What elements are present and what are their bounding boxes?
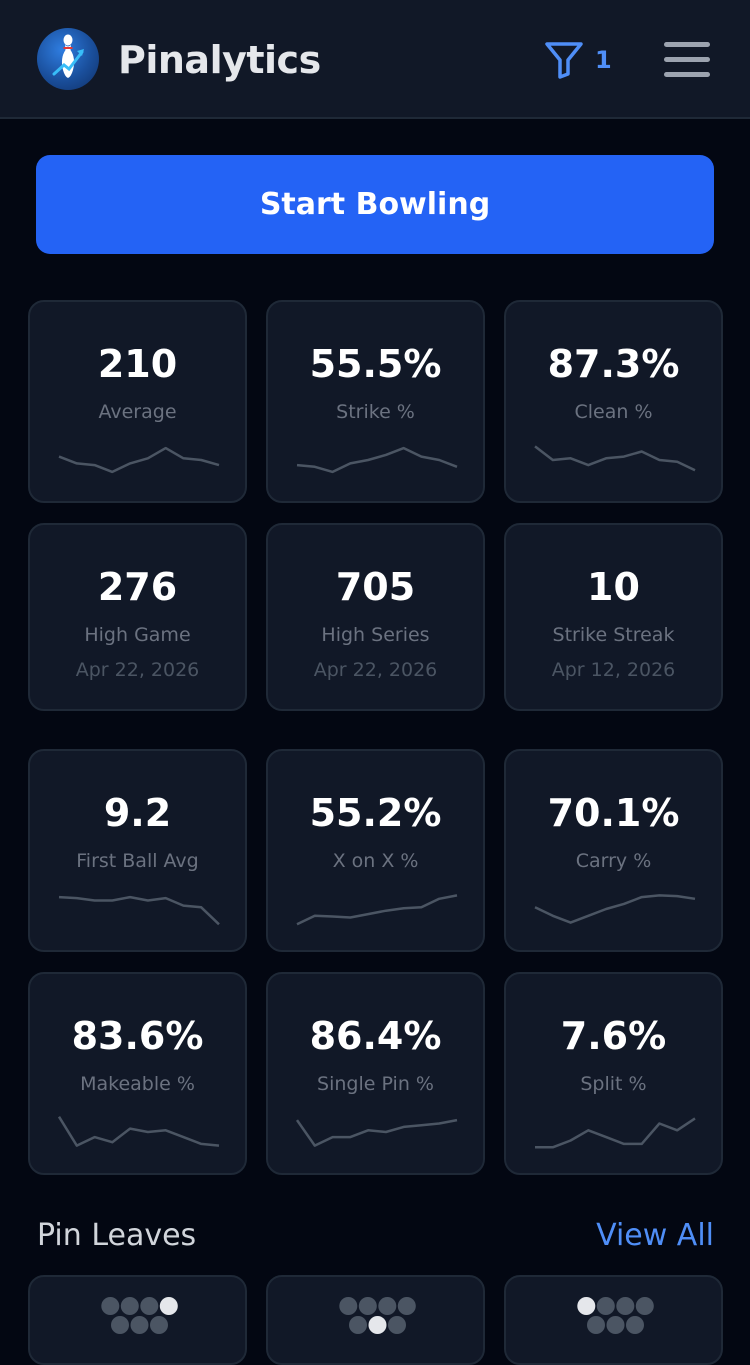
pin-5 xyxy=(606,1316,625,1334)
sparkline-line xyxy=(58,1116,220,1147)
metric-label: Single Pin % xyxy=(317,1073,434,1095)
sparkline-chart xyxy=(535,1117,696,1149)
sparkline-line xyxy=(296,1118,458,1147)
pin-6 xyxy=(150,1316,168,1334)
stat-value: 55.5% xyxy=(309,342,442,386)
pin-4 xyxy=(349,1316,367,1334)
metric-value: 9.2 xyxy=(103,791,172,835)
pin-4 xyxy=(587,1316,605,1334)
metric-value: 55.2% xyxy=(309,791,442,835)
pin-6 xyxy=(388,1316,406,1334)
app-title: Pinalytics xyxy=(118,38,321,82)
pin-9 xyxy=(616,1297,635,1315)
pin-leaves-title: Pin Leaves xyxy=(37,1218,197,1253)
record-value: 276 xyxy=(97,565,178,609)
record-label: Strike Streak xyxy=(552,624,675,646)
record-value: 705 xyxy=(335,565,416,609)
record-card-strike-streak[interactable]: 10 Strike Streak Apr 12, 2026 xyxy=(504,523,723,711)
stat-label: Average xyxy=(98,401,177,423)
sparkline-chart xyxy=(534,894,696,924)
pin-7 xyxy=(101,1297,120,1315)
pin-diagram xyxy=(577,1297,654,1334)
pin-9 xyxy=(140,1297,159,1315)
metric-value: 86.4% xyxy=(309,1014,442,1058)
pin-9 xyxy=(378,1297,397,1315)
metric-card-split[interactable]: 7.6% Split % xyxy=(504,972,723,1175)
hamburger-menu-icon[interactable] xyxy=(664,40,710,78)
sparkline-line xyxy=(535,1117,696,1149)
sparkline-line xyxy=(296,446,458,474)
pin-10 xyxy=(159,1297,178,1315)
stat-card-strike[interactable]: 55.5% Strike % xyxy=(266,300,485,503)
metric-card-first-ball-avg[interactable]: 9.2 First Ball Avg xyxy=(28,749,247,952)
start-bowling-button[interactable]: Start Bowling xyxy=(36,155,714,254)
stat-value: 210 xyxy=(97,342,178,386)
pin-7 xyxy=(339,1297,358,1315)
pin-6 xyxy=(626,1316,644,1334)
view-all-link[interactable]: View All xyxy=(596,1216,714,1256)
sparkline-line xyxy=(534,894,696,924)
pin-diagram xyxy=(339,1297,416,1334)
pin-5 xyxy=(130,1316,149,1334)
filter-count-badge: 1 xyxy=(595,46,612,74)
pin-8 xyxy=(596,1297,615,1315)
sparkline-chart xyxy=(58,446,220,474)
sparkline-line xyxy=(58,895,220,926)
record-date: Apr 22, 2026 xyxy=(75,659,200,681)
sparkline-line xyxy=(58,446,220,474)
pin-leave-card[interactable] xyxy=(266,1275,485,1365)
pin-diagram xyxy=(101,1297,178,1334)
metric-label: X on X % xyxy=(332,850,419,872)
sparkline-chart xyxy=(296,1118,458,1147)
filter-icon xyxy=(545,42,583,79)
pin-4 xyxy=(111,1316,129,1334)
sparkline-line xyxy=(534,445,696,472)
stat-label: Strike % xyxy=(336,401,415,423)
pin-10 xyxy=(397,1297,416,1315)
stat-value: 87.3% xyxy=(547,342,680,386)
pin-leave-card[interactable] xyxy=(504,1275,723,1365)
pin-5 xyxy=(368,1316,387,1334)
metric-card-makeable[interactable]: 83.6% Makeable % xyxy=(28,972,247,1175)
pin-8 xyxy=(120,1297,139,1315)
record-date: Apr 22, 2026 xyxy=(313,659,438,681)
metric-card-x-on-x[interactable]: 55.2% X on X % xyxy=(266,749,485,952)
stat-label: Clean % xyxy=(574,401,653,423)
app-header: Pinalytics 1 xyxy=(0,0,750,119)
sparkline-line xyxy=(296,894,458,926)
metric-label: Makeable % xyxy=(80,1073,195,1095)
record-date: Apr 12, 2026 xyxy=(551,659,676,681)
metric-label: Split % xyxy=(580,1073,647,1095)
stat-card-clean[interactable]: 87.3% Clean % xyxy=(504,300,723,503)
metric-value: 70.1% xyxy=(547,791,680,835)
sparkline-chart xyxy=(534,445,696,472)
metric-value: 83.6% xyxy=(71,1014,204,1058)
record-card-high-game[interactable]: 276 High Game Apr 22, 2026 xyxy=(28,523,247,711)
record-label: High Game xyxy=(84,624,191,646)
filter-button[interactable]: 1 xyxy=(544,40,614,80)
sparkline-chart xyxy=(296,894,458,926)
pin-7 xyxy=(577,1297,596,1315)
record-card-high-series[interactable]: 705 High Series Apr 22, 2026 xyxy=(266,523,485,711)
metric-card-single-pin[interactable]: 86.4% Single Pin % xyxy=(266,972,485,1175)
metric-label: Carry % xyxy=(575,850,652,872)
metric-label: First Ball Avg xyxy=(76,850,199,872)
pin-leave-card[interactable] xyxy=(28,1275,247,1365)
record-label: High Series xyxy=(321,624,430,646)
sparkline-chart xyxy=(58,1116,220,1147)
metric-card-carry[interactable]: 70.1% Carry % xyxy=(504,749,723,952)
sparkline-chart xyxy=(58,895,220,926)
metric-value: 7.6% xyxy=(560,1014,667,1058)
stat-card-average[interactable]: 210 Average xyxy=(28,300,247,503)
bowling-pin-logo-icon[interactable] xyxy=(37,28,99,90)
sparkline-chart xyxy=(296,446,458,474)
pin-10 xyxy=(635,1297,654,1315)
record-value: 10 xyxy=(587,565,640,609)
pin-8 xyxy=(358,1297,377,1315)
